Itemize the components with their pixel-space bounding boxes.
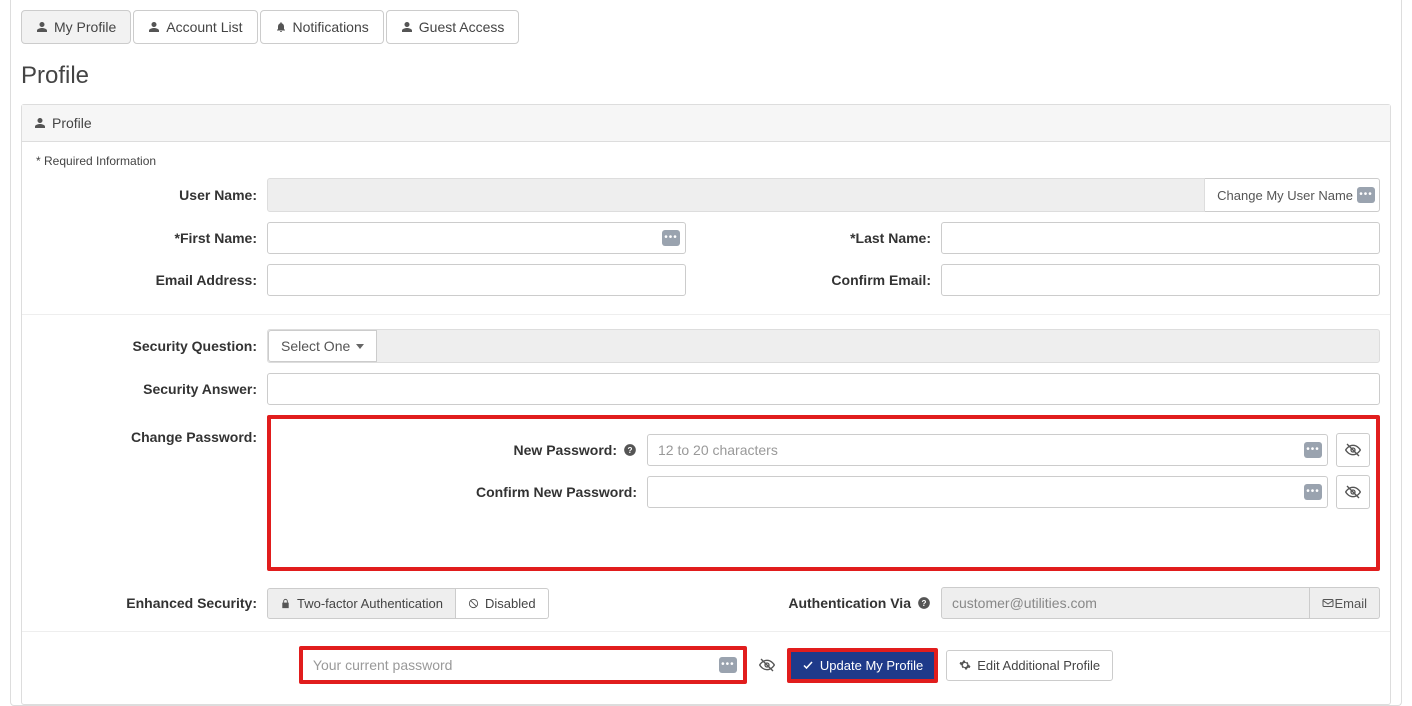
- confirm-email-field[interactable]: [941, 264, 1380, 296]
- page-title: Profile: [21, 62, 1391, 90]
- tab-guest-access[interactable]: Guest Access: [386, 10, 520, 44]
- tab-my-profile[interactable]: My Profile: [21, 10, 131, 44]
- ellipsis-icon: [662, 230, 680, 246]
- user-icon: [36, 21, 48, 33]
- caret-down-icon: [356, 344, 364, 349]
- button-label: Change My User Name: [1217, 188, 1353, 203]
- change-password-highlight: New Password: ?: [267, 415, 1380, 571]
- edit-additional-profile-button[interactable]: Edit Additional Profile: [946, 650, 1113, 681]
- user-name-display: [267, 178, 1205, 212]
- lock-icon: [280, 598, 291, 609]
- svg-text:?: ?: [628, 446, 633, 455]
- label-new-password: New Password:: [514, 442, 617, 458]
- security-answer-field[interactable]: [267, 373, 1380, 405]
- label-first-name: *First Name:: [32, 230, 267, 246]
- ellipsis-icon: [719, 657, 737, 673]
- button-label: Disabled: [485, 596, 536, 611]
- label-user-name: User Name:: [32, 187, 267, 203]
- label-security-question: Security Question:: [32, 338, 267, 354]
- button-label: Update My Profile: [820, 658, 923, 673]
- nav-tabs: My Profile Account List Notifications: [21, 10, 1391, 44]
- two-factor-button[interactable]: Two-factor Authentication: [267, 588, 456, 619]
- user-icon: [401, 21, 413, 33]
- tab-label: Guest Access: [419, 19, 505, 35]
- current-password-field[interactable]: [303, 650, 743, 680]
- bell-icon: [275, 21, 287, 33]
- toggle-confirm-password-visibility[interactable]: [1336, 475, 1370, 509]
- tab-label: Notifications: [293, 19, 369, 35]
- last-name-field[interactable]: [941, 222, 1380, 254]
- label-last-name: *Last Name:: [706, 230, 941, 246]
- two-factor-toggle-group: Two-factor Authentication Disabled: [267, 588, 549, 619]
- required-note: * Required Information: [36, 154, 1380, 168]
- panel-heading: Profile: [22, 105, 1390, 142]
- ban-icon: [468, 598, 479, 609]
- first-name-field[interactable]: [267, 222, 686, 254]
- label-enhanced-security: Enhanced Security:: [32, 595, 267, 611]
- button-label: Edit Additional Profile: [977, 658, 1100, 673]
- label-authentication-via: Authentication Via: [788, 595, 911, 611]
- gear-icon: [959, 659, 971, 671]
- change-username-button[interactable]: Change My User Name: [1205, 178, 1380, 212]
- eye-slash-icon: [759, 657, 775, 673]
- two-factor-disabled-button[interactable]: Disabled: [456, 588, 549, 619]
- security-question-dropdown[interactable]: Select One: [268, 330, 377, 362]
- tab-label: My Profile: [54, 19, 116, 35]
- label-change-password: Change Password:: [32, 415, 267, 445]
- dropdown-label: Select One: [281, 338, 350, 354]
- label-confirm-email: Confirm Email:: [706, 272, 941, 288]
- ellipsis-icon: [1304, 484, 1322, 500]
- tab-notifications[interactable]: Notifications: [260, 10, 384, 44]
- eye-slash-icon: [1345, 442, 1361, 458]
- envelope-icon: [1322, 597, 1334, 609]
- toggle-current-password-visibility[interactable]: [755, 653, 779, 677]
- button-label: Two-factor Authentication: [297, 596, 443, 611]
- label-confirm-new-password: Confirm New Password:: [476, 484, 637, 500]
- current-password-highlight: [299, 646, 747, 684]
- toggle-new-password-visibility[interactable]: [1336, 433, 1370, 467]
- email-field[interactable]: [267, 264, 686, 296]
- ellipsis-icon: [1304, 442, 1322, 458]
- tab-label: Account List: [166, 19, 242, 35]
- addon-label: Email: [1334, 596, 1367, 611]
- update-profile-highlight: Update My Profile: [787, 648, 938, 683]
- tab-account-list[interactable]: Account List: [133, 10, 257, 44]
- svg-text:?: ?: [922, 599, 927, 608]
- label-email: Email Address:: [32, 272, 267, 288]
- update-profile-button[interactable]: Update My Profile: [791, 652, 934, 679]
- new-password-field[interactable]: [647, 434, 1328, 466]
- label-security-answer: Security Answer:: [32, 381, 267, 397]
- confirm-new-password-field[interactable]: [647, 476, 1328, 508]
- help-icon[interactable]: ?: [623, 443, 637, 457]
- help-icon[interactable]: ?: [917, 596, 931, 610]
- footer-actions: Update My Profile Edit Additional Profil…: [22, 631, 1390, 704]
- profile-panel: Profile * Required Information User Name…: [21, 104, 1391, 705]
- eye-slash-icon: [1345, 484, 1361, 500]
- ellipsis-icon: [1357, 187, 1375, 203]
- check-icon: [802, 659, 814, 671]
- user-icon: [34, 117, 46, 129]
- user-icon: [148, 21, 160, 33]
- panel-title: Profile: [52, 115, 92, 131]
- authentication-via-email-addon[interactable]: Email: [1310, 587, 1380, 619]
- authentication-via-field: [941, 587, 1310, 619]
